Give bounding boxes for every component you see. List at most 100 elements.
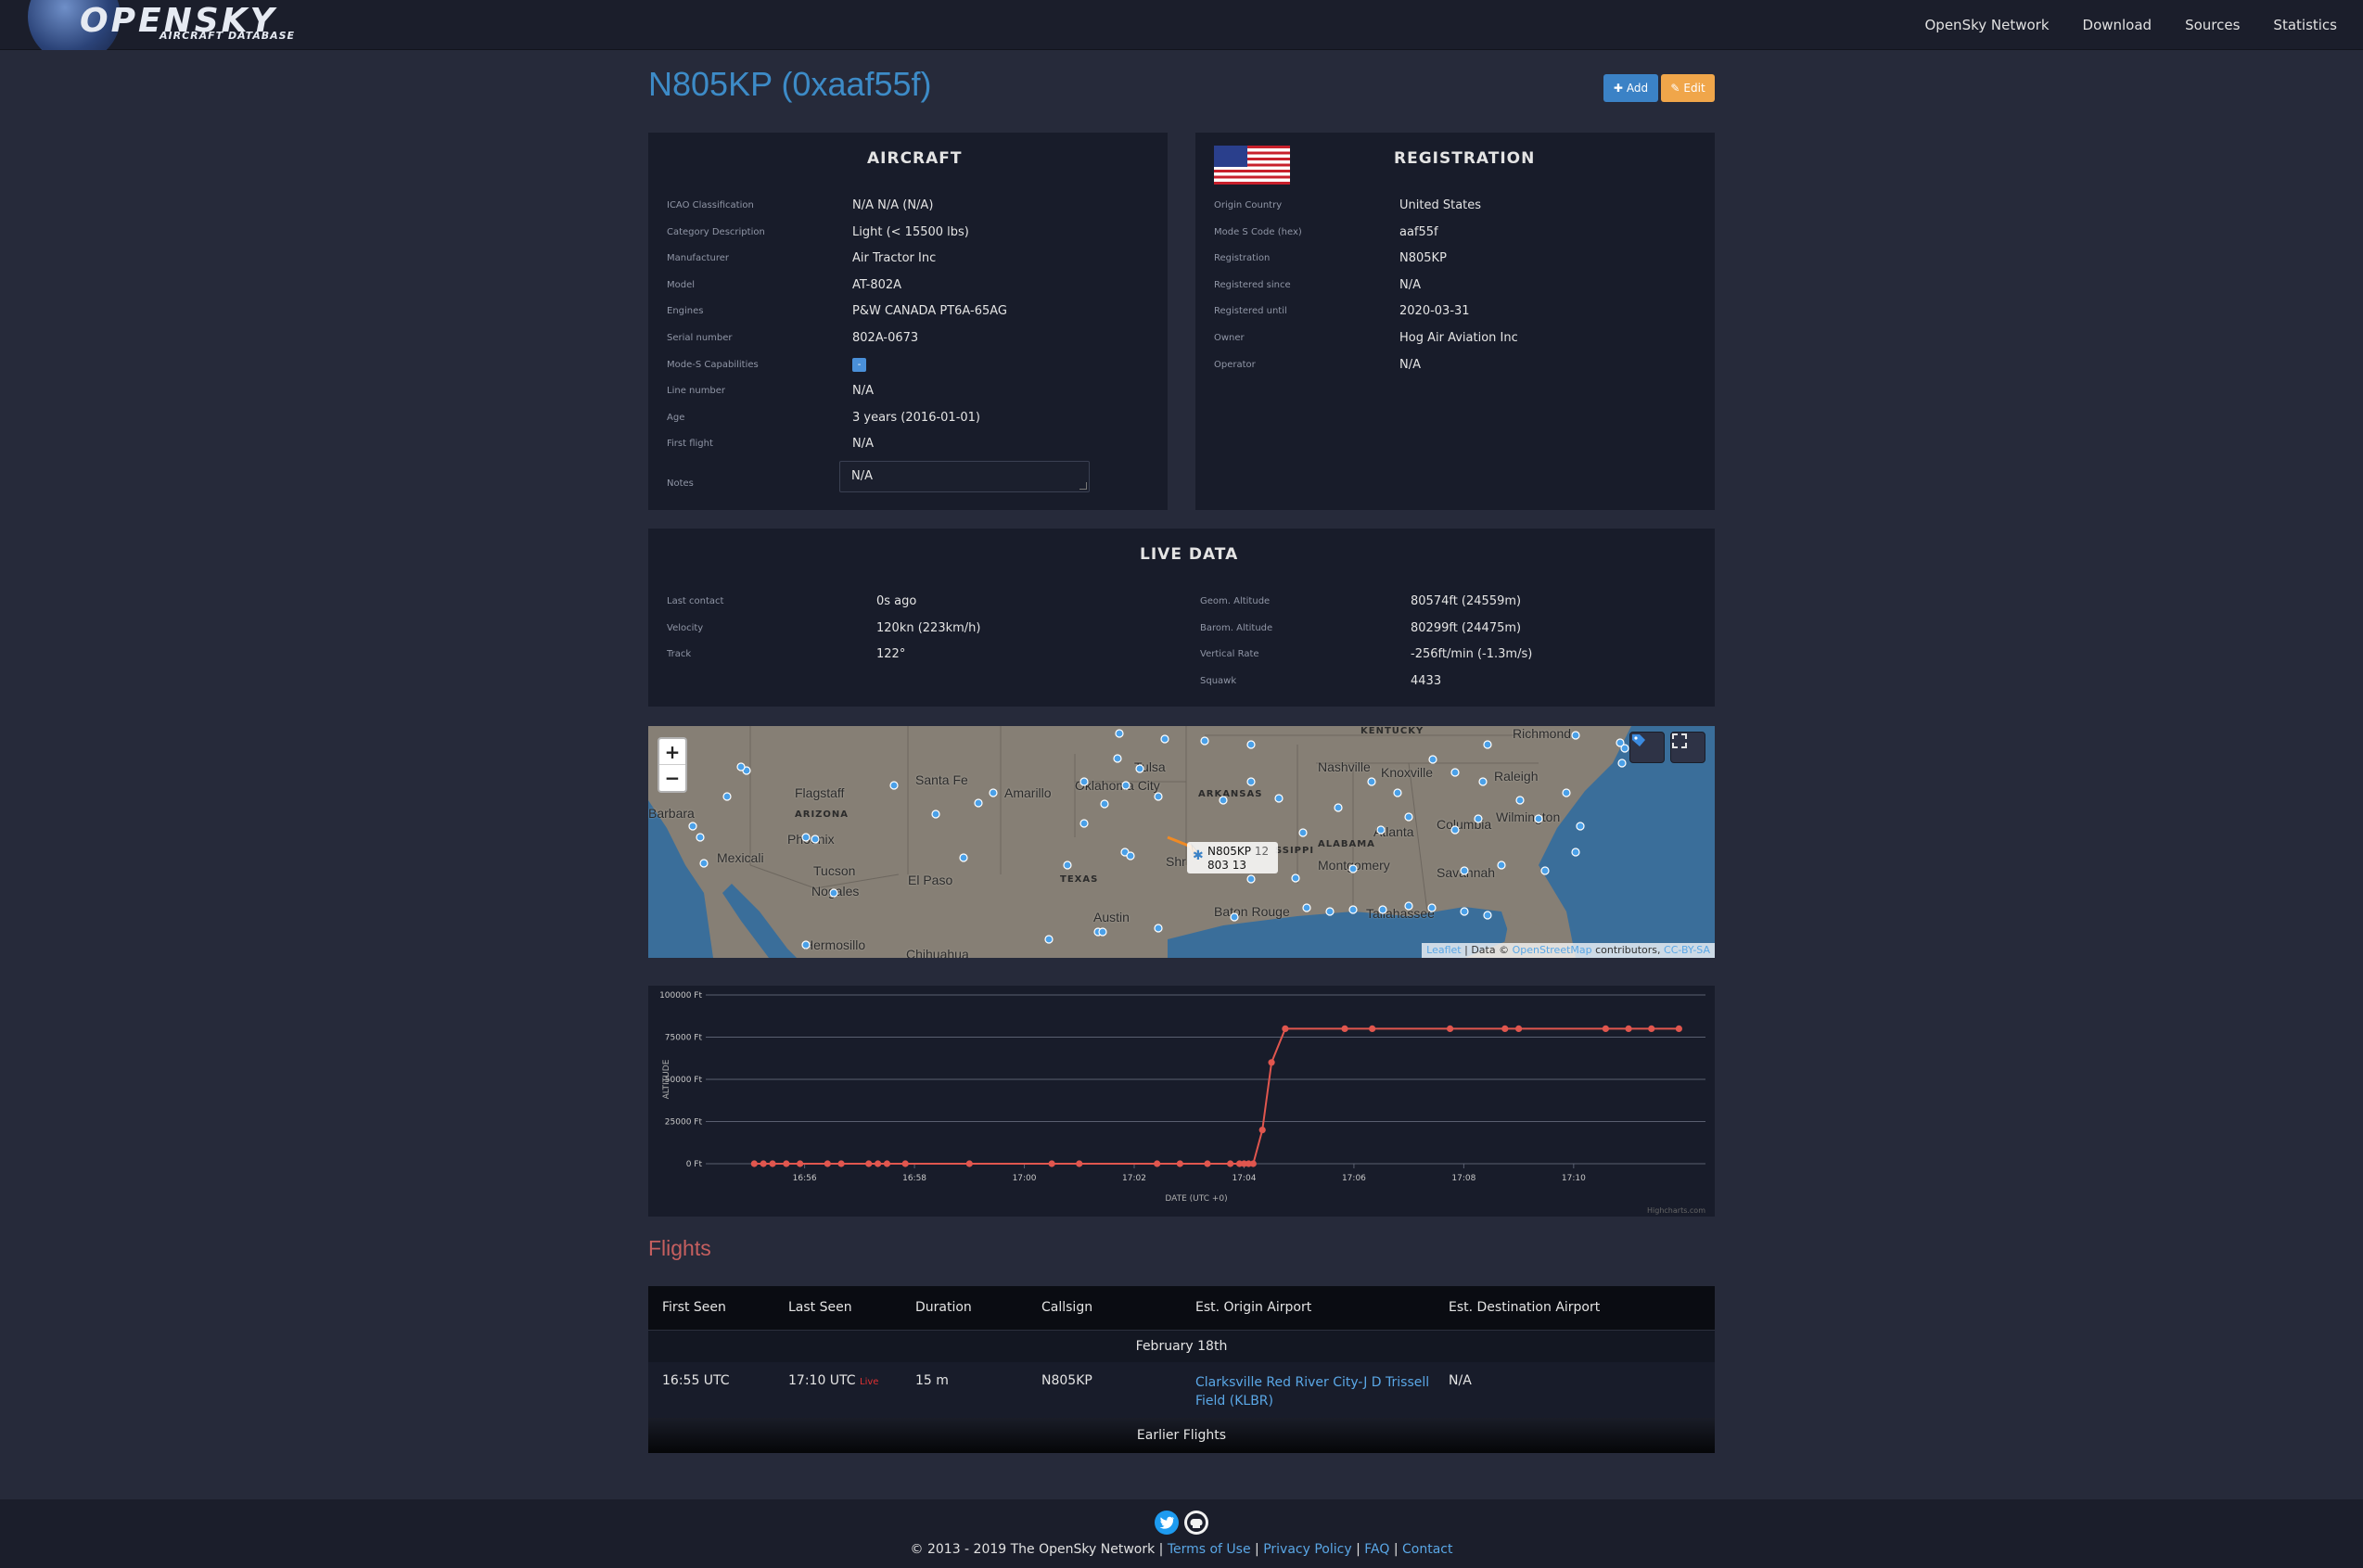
resize-handle-icon[interactable] <box>1079 482 1087 490</box>
data-point <box>783 1160 790 1167</box>
x-tick-label: 17:10 <box>1562 1174 1586 1183</box>
aircraft-panel: AIRCRAFT ICAO Classification N/A N/A (N/… <box>648 133 1168 510</box>
terms-link[interactable]: Terms of Use <box>1168 1542 1251 1557</box>
nav-statistics[interactable]: Statistics <box>2273 17 2337 33</box>
copyright-text: © 2013 - 2019 The OpenSky Network | <box>910 1542 1168 1557</box>
aircraft-marker <box>699 859 709 868</box>
altitude-chart[interactable]: 0 Ft 25000 Ft 50000 Ft 75000 Ft 100000 Ft 16:… <box>648 986 1715 1217</box>
earlier-flights-button[interactable]: Earlier Flights <box>648 1418 1715 1453</box>
social-links <box>1155 1511 1208 1535</box>
data-point <box>769 1160 776 1167</box>
aircraft-marker <box>1246 777 1256 786</box>
aircraft-marker <box>829 888 838 898</box>
github-icon[interactable] <box>1184 1511 1208 1535</box>
field-label: Velocity <box>667 622 704 633</box>
aircraft-marker <box>811 835 820 844</box>
notes-textarea[interactable]: N/A <box>839 461 1090 492</box>
field-label: Age <box>667 412 685 423</box>
col-last-seen[interactable]: Last Seen <box>788 1300 852 1315</box>
edit-button-label: Edit <box>1683 82 1705 95</box>
privacy-link[interactable]: Privacy Policy <box>1263 1542 1351 1557</box>
aircraft-marker <box>1325 907 1335 916</box>
labels-toggle-button[interactable] <box>1629 732 1665 763</box>
flights-table: First Seen Last Seen Duration Callsign E… <box>648 1286 1715 1453</box>
field-value: -256ft/min (-1.3m/s) <box>1411 646 1533 661</box>
col-destination[interactable]: Est. Destination Airport <box>1449 1300 1600 1315</box>
field-label: Mode-S Capabilities <box>667 359 759 370</box>
field-label: Squawk <box>1200 675 1237 686</box>
field-value: 3 years (2016-01-01) <box>852 410 981 425</box>
altitude-line <box>754 1027 1680 1165</box>
nav-download[interactable]: Download <box>2083 17 2152 33</box>
twitter-icon[interactable] <box>1155 1511 1179 1535</box>
nav-opensky-network[interactable]: OpenSky Network <box>1925 17 2050 33</box>
attribution-text: contributors, <box>1591 944 1665 956</box>
data-point <box>1648 1025 1655 1032</box>
aircraft-marker <box>1378 905 1387 914</box>
nav-sources[interactable]: Sources <box>2185 17 2240 33</box>
field-value: 802A-0673 <box>852 330 919 345</box>
live-data-panel: LIVE DATA Last contact 0s ago Velocity 1… <box>648 529 1715 707</box>
col-duration[interactable]: Duration <box>915 1300 972 1315</box>
aircraft-marker <box>1562 788 1571 797</box>
aircraft-marker <box>1540 866 1550 875</box>
mode-s-badge[interactable]: - <box>852 357 866 372</box>
faq-link[interactable]: FAQ <box>1364 1542 1389 1557</box>
last-seen-cell: 17:10 UTC Live <box>788 1373 879 1388</box>
zoom-out-button[interactable]: − <box>659 765 685 791</box>
col-origin[interactable]: Est. Origin Airport <box>1195 1300 1311 1315</box>
aircraft-marker <box>1376 825 1386 835</box>
aircraft-marker <box>801 833 811 842</box>
cc-by-sa-link[interactable]: CC-BY-SA <box>1664 944 1710 956</box>
duration-cell: 15 m <box>915 1373 949 1388</box>
data-point <box>874 1160 882 1167</box>
data-point <box>965 1160 973 1167</box>
data-point <box>1258 1127 1266 1134</box>
field-value: 4433 <box>1411 673 1442 688</box>
add-button[interactable]: ✚ Add <box>1603 74 1658 102</box>
field-label: Manufacturer <box>667 252 729 263</box>
origin-airport-link[interactable]: Clarksville Red River City-J D Trissell … <box>1195 1373 1446 1410</box>
aircraft-marker <box>1620 744 1629 753</box>
notes-value: N/A <box>851 469 873 483</box>
altitude-chart-svg: 0 Ft25000 Ft50000 Ft75000 Ft100000 Ft16:… <box>659 991 1705 1215</box>
footer-text: © 2013 - 2019 The OpenSky Network | Term… <box>0 1542 2363 1557</box>
fullscreen-button[interactable] <box>1670 732 1705 763</box>
edit-button[interactable]: ✎ Edit <box>1661 74 1715 102</box>
flight-map[interactable]: KENTUCKY ARKANSAS ARIZONA TEXAS ALABAMA … <box>648 726 1715 958</box>
contact-link[interactable]: Contact <box>1402 1542 1452 1557</box>
data-point <box>883 1160 891 1167</box>
field-label: ICAO Classification <box>667 199 754 210</box>
zoom-in-button[interactable]: + <box>659 739 685 765</box>
col-callsign[interactable]: Callsign <box>1041 1300 1092 1315</box>
table-row[interactable]: 16:55 UTC 17:10 UTC Live 15 m N805KP Cla… <box>648 1362 1715 1418</box>
zoom-control: + − <box>658 737 687 793</box>
data-point <box>1675 1025 1682 1032</box>
aircraft-marker <box>1515 796 1525 805</box>
tag-icon <box>1632 734 1645 746</box>
openstreetmap-link[interactable]: OpenStreetMap <box>1513 944 1592 956</box>
separator: | <box>1389 1542 1403 1557</box>
add-button-label: Add <box>1626 82 1649 95</box>
aircraft-marker <box>1274 794 1284 803</box>
opensky-logo[interactable]: OPENSKY AIRCRAFT DATABASE <box>28 0 315 50</box>
date-group-row: February 18th <box>648 1331 1715 1362</box>
live-data-title: LIVE DATA <box>1140 545 1239 564</box>
data-point <box>760 1160 767 1167</box>
col-first-seen[interactable]: First Seen <box>662 1300 726 1315</box>
aircraft-title: AIRCRAFT <box>867 149 963 168</box>
plus-icon: ✚ <box>1613 82 1623 95</box>
aircraft-marker <box>1334 803 1343 812</box>
aircraft-marker <box>1298 828 1308 837</box>
data-point <box>1076 1160 1083 1167</box>
aircraft-marker <box>1571 731 1580 740</box>
field-label: Line number <box>667 385 726 396</box>
field-label: Operator <box>1214 359 1256 370</box>
field-label: Registered since <box>1214 279 1291 290</box>
data-point <box>1501 1025 1509 1032</box>
aircraft-marker <box>688 822 697 831</box>
aircraft-marker <box>974 798 983 808</box>
leaflet-link[interactable]: Leaflet <box>1426 944 1461 956</box>
x-tick-label: 16:58 <box>902 1174 926 1183</box>
attribution-text: | Data © <box>1461 944 1513 956</box>
